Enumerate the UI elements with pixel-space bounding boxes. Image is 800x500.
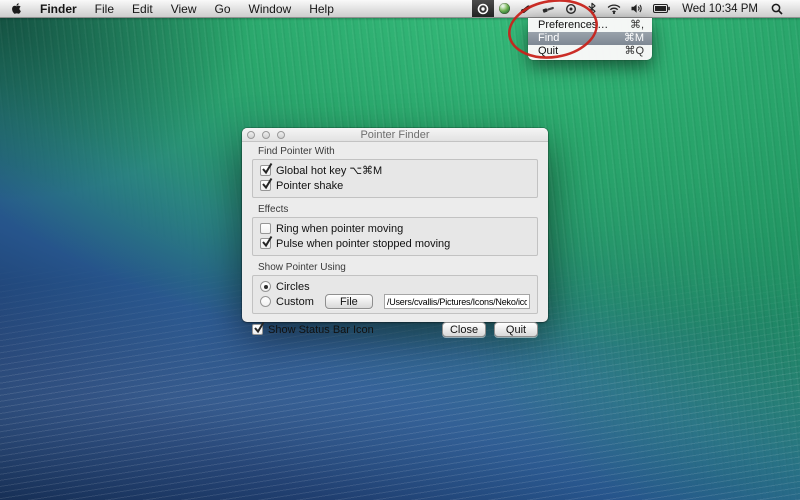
checkbox-row-show-status-bar-icon[interactable]: Show Status Bar Icon bbox=[252, 322, 374, 337]
radio-label: Custom bbox=[276, 296, 314, 308]
flashlight-app-icon[interactable] bbox=[537, 0, 560, 17]
menu-item-preferences[interactable]: Preferences… ⌘, bbox=[528, 19, 652, 32]
menu-edit[interactable]: Edit bbox=[123, 0, 162, 17]
menu-help[interactable]: Help bbox=[300, 0, 343, 17]
checkbox-label: Pulse when pointer stopped moving bbox=[276, 238, 450, 250]
menu-bar-left: Finder File Edit View Go Window Help bbox=[0, 0, 343, 17]
menu-item-label: Quit bbox=[538, 45, 558, 58]
group-find-pointer-with: Global hot key ⌥⌘M Pointer shake bbox=[252, 159, 538, 198]
status-menu: Preferences… ⌘, Find ⌘M Quit ⌘Q bbox=[528, 18, 652, 60]
menu-go[interactable]: Go bbox=[206, 0, 240, 17]
checkbox-row-pulse-when-stopped[interactable]: Pulse when pointer stopped moving bbox=[260, 236, 530, 251]
window-content: Find Pointer With Global hot key ⌥⌘M Poi… bbox=[242, 142, 548, 337]
checkbox-row-pointer-shake[interactable]: Pointer shake bbox=[260, 178, 530, 193]
radio-row-circles[interactable]: Circles bbox=[260, 279, 530, 294]
pointer-finder-window: Pointer Finder Find Pointer With Global … bbox=[242, 128, 548, 322]
window-title: Pointer Finder bbox=[242, 129, 548, 141]
menu-bar-clock[interactable]: Wed 10:34 PM bbox=[675, 3, 766, 15]
checkbox[interactable] bbox=[260, 180, 271, 191]
close-button[interactable]: Close bbox=[442, 322, 486, 337]
custom-icon-path-field[interactable] bbox=[384, 294, 530, 309]
quit-button[interactable]: Quit bbox=[494, 322, 538, 337]
menu-item-label: Find bbox=[538, 32, 559, 45]
radio-label: Circles bbox=[276, 281, 310, 293]
handset-app-icon[interactable] bbox=[515, 0, 537, 17]
checkbox-label: Pointer shake bbox=[276, 180, 343, 192]
zoom-window-button[interactable] bbox=[277, 131, 285, 139]
traffic-lights bbox=[247, 128, 285, 141]
radio-row-custom: Custom File bbox=[260, 294, 530, 309]
bluetooth-icon[interactable] bbox=[582, 0, 602, 17]
menu-finder[interactable]: Finder bbox=[31, 0, 86, 17]
menu-file[interactable]: File bbox=[86, 0, 123, 17]
radio-button[interactable] bbox=[260, 296, 271, 307]
file-button[interactable]: File bbox=[325, 294, 373, 309]
battery-icon[interactable] bbox=[648, 0, 675, 17]
checkbox[interactable] bbox=[252, 324, 263, 335]
radio-custom[interactable]: Custom bbox=[260, 296, 314, 308]
checkmark-icon bbox=[261, 162, 273, 175]
sphere-app-icon[interactable] bbox=[494, 0, 515, 17]
title-bar[interactable]: Pointer Finder bbox=[242, 128, 548, 142]
desktop: Finder File Edit View Go Window Help bbox=[0, 0, 800, 500]
group-effects: Ring when pointer moving Pulse when poin… bbox=[252, 217, 538, 256]
checkmark-icon bbox=[253, 321, 265, 334]
spotlight-icon[interactable] bbox=[766, 0, 788, 17]
group-show-pointer-using: Circles Custom File bbox=[252, 275, 538, 314]
target-app-icon[interactable] bbox=[560, 0, 582, 17]
menu-view[interactable]: View bbox=[162, 0, 206, 17]
apple-menu-icon[interactable] bbox=[11, 0, 31, 17]
menu-bar: Finder File Edit View Go Window Help bbox=[0, 0, 800, 18]
radio-button[interactable] bbox=[260, 281, 271, 292]
checkbox-label: Ring when pointer moving bbox=[276, 223, 403, 235]
wifi-icon[interactable] bbox=[602, 0, 626, 17]
menu-item-find[interactable]: Find ⌘M bbox=[528, 32, 652, 45]
checkmark-icon bbox=[261, 235, 273, 248]
close-window-button[interactable] bbox=[247, 131, 255, 139]
menu-item-shortcut: ⌘Q bbox=[624, 45, 644, 58]
window-bottom-row: Show Status Bar Icon Close Quit bbox=[252, 322, 538, 337]
minimize-window-button[interactable] bbox=[262, 131, 270, 139]
radio-dot-icon bbox=[264, 285, 268, 289]
pointer-finder-status-icon[interactable] bbox=[472, 0, 494, 17]
volume-icon[interactable] bbox=[626, 0, 648, 17]
group-label-show-pointer-using: Show Pointer Using bbox=[258, 262, 538, 273]
menu-bar-status-area: Wed 10:34 PM bbox=[472, 0, 800, 17]
checkbox-row-ring-when-moving[interactable]: Ring when pointer moving bbox=[260, 221, 530, 236]
checkbox-row-global-hot-key[interactable]: Global hot key ⌥⌘M bbox=[260, 163, 530, 178]
group-label-effects: Effects bbox=[258, 204, 538, 215]
menu-window[interactable]: Window bbox=[240, 0, 301, 17]
checkbox[interactable] bbox=[260, 165, 271, 176]
checkbox-label: Show Status Bar Icon bbox=[268, 324, 374, 336]
menu-item-quit[interactable]: Quit ⌘Q bbox=[528, 45, 652, 58]
checkbox[interactable] bbox=[260, 238, 271, 249]
group-label-find-pointer-with: Find Pointer With bbox=[258, 146, 538, 157]
checkmark-icon bbox=[261, 177, 273, 190]
dialog-buttons: Close Quit bbox=[442, 322, 538, 337]
menu-item-shortcut: ⌘M bbox=[624, 32, 644, 45]
checkbox-label: Global hot key ⌥⌘M bbox=[276, 164, 382, 177]
menu-item-shortcut: ⌘, bbox=[630, 19, 644, 32]
checkbox[interactable] bbox=[260, 223, 271, 234]
menu-item-label: Preferences… bbox=[538, 19, 608, 32]
